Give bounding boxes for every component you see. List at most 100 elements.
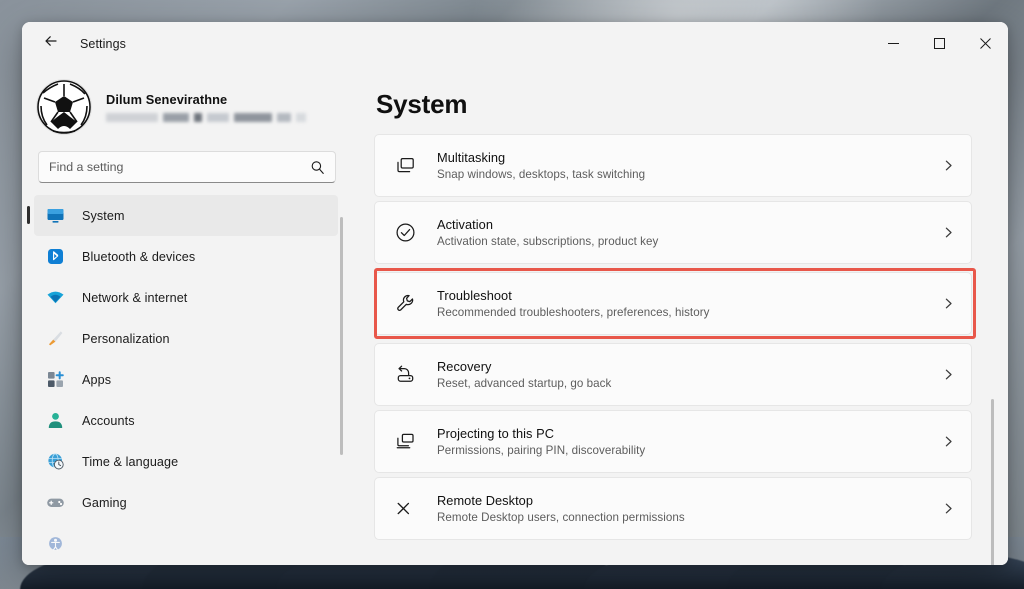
card-subtitle: Permissions, pairing PIN, discoverabilit… [437, 444, 646, 457]
profile-name: Dilum Senevirathne [106, 92, 228, 107]
redaction-block [277, 113, 291, 122]
settings-card-recovery[interactable]: Recovery Reset, advanced startup, go bac… [374, 343, 972, 406]
card-text: Recovery Reset, advanced startup, go bac… [437, 359, 942, 390]
page-title: System [376, 89, 468, 119]
sidebar-item-network-internet[interactable]: Network & internet [34, 277, 338, 318]
close-icon [979, 38, 991, 49]
sidebar-item-partial[interactable] [34, 523, 338, 564]
card-subtitle: Activation state, subscriptions, product… [437, 235, 659, 248]
sidebar-item-label: System [82, 208, 125, 223]
sidebar-item-label: Apps [82, 372, 112, 387]
chevron-right-icon [942, 226, 955, 239]
card-subtitle: Remote Desktop users, connection permiss… [437, 511, 685, 524]
card-text: Remote Desktop Remote Desktop users, con… [437, 493, 942, 524]
card-wrap: Activation Activation state, subscriptio… [374, 201, 972, 264]
minimize-button[interactable] [870, 22, 916, 65]
soccer-ball-avatar [37, 80, 91, 134]
settings-card-multitasking[interactable]: Multitasking Snap windows, desktops, tas… [374, 134, 972, 197]
recovery-icon [389, 363, 421, 386]
gamepad-icon [44, 492, 66, 514]
multitasking-windows-icon [389, 154, 421, 177]
content-scrollbar[interactable] [991, 399, 994, 565]
settings-card-troubleshoot[interactable]: Troubleshoot Recommended troubleshooters… [374, 272, 972, 335]
settings-window: Settings Dilum Senevirathne Find a setti… [22, 22, 1008, 565]
projecting-icon [389, 430, 421, 453]
card-subtitle: Reset, advanced startup, go back [437, 377, 612, 390]
sidebar-item-label: Personalization [82, 331, 170, 346]
apps-grid-icon [44, 369, 66, 391]
sidebar-scrollbar[interactable] [340, 217, 343, 455]
card-wrap: Multitasking Snap windows, desktops, tas… [374, 134, 972, 197]
card-title: Troubleshoot [437, 288, 512, 303]
clock-globe-icon [44, 451, 66, 473]
card-title: Remote Desktop [437, 493, 534, 508]
main-panel: System Multitasking Snap windows, deskto… [352, 65, 1008, 565]
sidebar-item-apps[interactable]: Apps [34, 359, 338, 400]
maximize-button[interactable] [916, 22, 962, 65]
minimize-icon [887, 43, 899, 44]
sidebar-item-bluetooth-devices[interactable]: Bluetooth & devices [34, 236, 338, 277]
card-subtitle: Snap windows, desktops, task switching [437, 168, 646, 181]
card-subtitle: Recommended troubleshooters, preferences… [437, 306, 710, 319]
card-wrap: Recovery Reset, advanced startup, go bac… [374, 343, 972, 406]
card-wrap: Remote Desktop Remote Desktop users, con… [374, 477, 972, 540]
redaction-block [194, 113, 202, 122]
search-input[interactable] [49, 160, 325, 174]
sidebar-item-personalization[interactable]: Personalization [34, 318, 338, 359]
search-box[interactable] [38, 151, 336, 183]
chevron-right-icon [942, 435, 955, 448]
card-wrap: Projecting to this PC Permissions, pairi… [374, 410, 972, 473]
person-icon [44, 410, 66, 432]
wrench-icon [389, 292, 421, 315]
app-title: Settings [80, 36, 126, 51]
settings-card-activation[interactable]: Activation Activation state, subscriptio… [374, 201, 972, 264]
sidebar-item-label: Network & internet [82, 290, 188, 305]
card-text: Activation Activation state, subscriptio… [437, 217, 942, 248]
title-bar: Settings [22, 22, 1008, 65]
back-button[interactable] [34, 29, 68, 59]
avatar [36, 79, 92, 135]
sidebar: Dilum Senevirathne Find a setting System… [22, 65, 352, 565]
card-title: Multitasking [437, 150, 506, 165]
chevron-right-icon [942, 502, 955, 515]
bluetooth-icon [44, 246, 66, 268]
close-button[interactable] [962, 22, 1008, 65]
search-area [22, 137, 352, 183]
accessibility-icon [44, 533, 66, 555]
settings-card-list: Multitasking Snap windows, desktops, tas… [374, 134, 1008, 540]
card-text: Multitasking Snap windows, desktops, tas… [437, 150, 942, 181]
settings-card-projecting[interactable]: Projecting to this PC Permissions, pairi… [374, 410, 972, 473]
window-controls [870, 22, 1008, 65]
redaction-block [207, 113, 229, 122]
sidebar-item-accounts[interactable]: Accounts [34, 400, 338, 441]
search-icon [310, 160, 325, 175]
card-wrap-highlighted: Troubleshoot Recommended troubleshooters… [374, 268, 976, 339]
redaction-block [234, 113, 272, 122]
card-title: Activation [437, 217, 493, 232]
wifi-icon [44, 287, 66, 309]
sidebar-item-time-language[interactable]: Time & language [34, 441, 338, 482]
sidebar-item-label: Gaming [82, 495, 127, 510]
sidebar-item-system[interactable]: System [27, 195, 338, 236]
account-email-redacted [106, 113, 306, 122]
remote-desktop-icon [389, 497, 421, 520]
card-text: Projecting to this PC Permissions, pairi… [437, 426, 942, 457]
profile-text: Dilum Senevirathne [106, 92, 306, 122]
maximize-icon [933, 38, 945, 49]
settings-card-remote-desktop[interactable]: Remote Desktop Remote Desktop users, con… [374, 477, 972, 540]
redaction-block [296, 113, 306, 122]
card-text: Troubleshoot Recommended troubleshooters… [437, 288, 942, 319]
card-title: Projecting to this PC [437, 426, 554, 441]
sidebar-nav: System Bluetooth & devices Network & int… [22, 195, 352, 565]
check-circle-icon [389, 221, 421, 244]
profile-block[interactable]: Dilum Senevirathne [22, 65, 352, 137]
monitor-icon [44, 205, 66, 227]
chevron-right-icon [942, 368, 955, 381]
window-body: Dilum Senevirathne Find a setting System… [22, 65, 1008, 565]
sidebar-item-label: Bluetooth & devices [82, 249, 196, 264]
back-arrow-icon [43, 33, 59, 54]
sidebar-item-label: Time & language [82, 454, 179, 469]
redaction-block [163, 113, 189, 122]
sidebar-item-label: Accounts [82, 413, 135, 428]
sidebar-item-gaming[interactable]: Gaming [34, 482, 338, 523]
